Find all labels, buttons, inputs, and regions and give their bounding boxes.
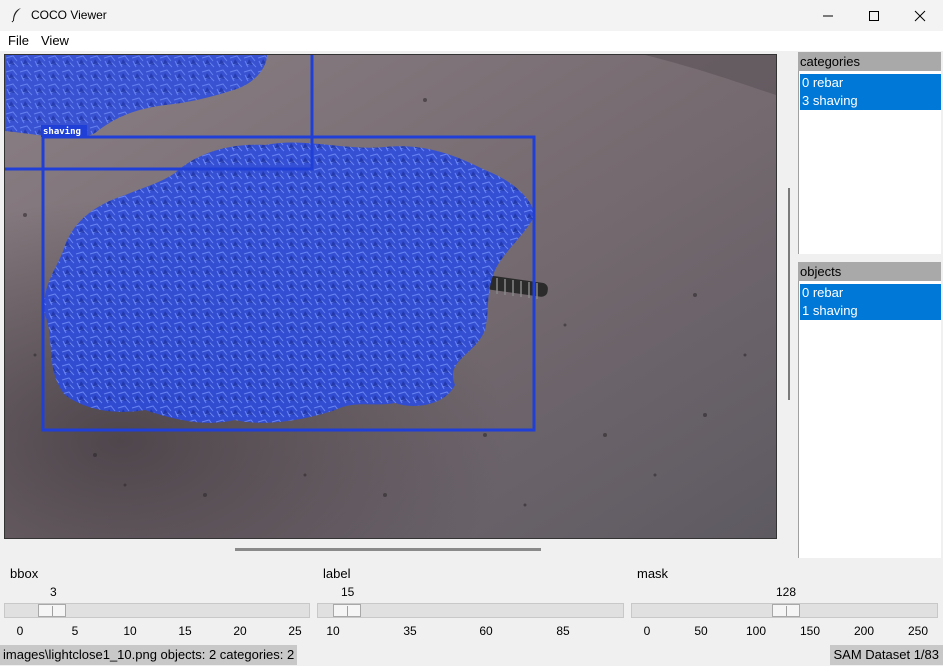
mask-slider-value: 128 (776, 585, 797, 599)
categories-list[interactable]: 0 rebar 3 shaving (798, 71, 941, 254)
label-slider-thumb[interactable] (333, 604, 361, 617)
menu-bar: File View (0, 31, 943, 51)
maximize-button[interactable] (851, 0, 897, 31)
label-tick: 60 (479, 624, 493, 638)
annotation-label: shaving (43, 126, 81, 137)
title-bar: COCO Viewer (0, 0, 943, 31)
bbox-slider-label: bbox (10, 566, 39, 581)
label-slider-label: label (323, 566, 351, 581)
mask-tick: 250 (907, 624, 929, 638)
categories-header: categories (798, 52, 941, 71)
category-item-rebar[interactable]: 0 rebar (800, 74, 941, 92)
status-left: images\lightclose1_10.png objects: 2 cat… (0, 645, 298, 665)
status-right: SAM Dataset 1/83 (829, 645, 943, 665)
minimize-icon (823, 15, 833, 16)
maximize-icon (869, 10, 879, 21)
feather-icon (11, 8, 21, 23)
bbox-tick: 10 (123, 624, 137, 638)
label-slider-value: 15 (341, 585, 355, 599)
object-item-rebar[interactable]: 0 rebar (800, 284, 941, 302)
label-tick: 85 (556, 624, 570, 638)
menu-file[interactable]: File (8, 33, 29, 48)
mask-slider-label: mask (637, 566, 669, 581)
close-button[interactable] (897, 0, 943, 31)
window-title: COCO Viewer (31, 8, 107, 22)
menu-view[interactable]: View (41, 33, 69, 48)
mask-tick: 50 (694, 624, 708, 638)
bbox-tick: 15 (178, 624, 192, 638)
annotated-image: shaving (5, 55, 776, 538)
close-icon (914, 10, 926, 21)
objects-list[interactable]: 0 rebar 1 shaving (798, 281, 941, 558)
mask-slider-thumb[interactable] (772, 604, 800, 617)
bbox-slider-thumb[interactable] (38, 604, 66, 617)
bbox-slider-value: 3 (50, 585, 57, 599)
label-tick: 35 (403, 624, 417, 638)
minimize-button[interactable] (805, 0, 851, 31)
bbox-tick: 25 (288, 624, 302, 638)
mask-tick: 150 (799, 624, 821, 638)
vertical-scrollbar[interactable] (788, 188, 790, 400)
objects-header: objects (798, 262, 941, 281)
mask-tick: 100 (745, 624, 767, 638)
mask-tick: 200 (853, 624, 875, 638)
image-canvas[interactable]: shaving (4, 54, 777, 539)
mask-slider[interactable] (631, 603, 938, 618)
category-item-shaving[interactable]: 3 shaving (800, 92, 941, 110)
object-item-shaving[interactable]: 1 shaving (800, 302, 941, 320)
bbox-slider[interactable] (4, 603, 310, 618)
mask-tick: 0 (643, 624, 651, 638)
horizontal-scrollbar[interactable] (235, 548, 541, 551)
bbox-tick: 5 (71, 624, 79, 638)
label-slider[interactable] (317, 603, 624, 618)
bbox-tick: 0 (16, 624, 24, 638)
label-tick: 10 (326, 624, 340, 638)
bbox-tick: 20 (233, 624, 247, 638)
